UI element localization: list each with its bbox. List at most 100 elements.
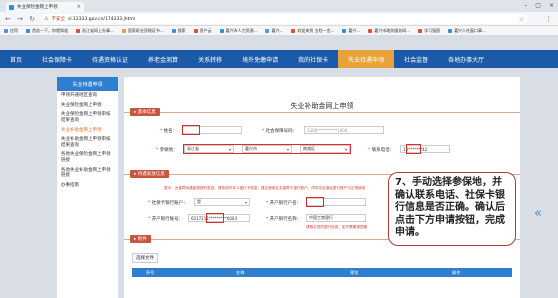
- insecure-label: 不安全: [51, 17, 65, 22]
- id-field: 3306**********1004: [304, 126, 384, 134]
- bookmark-icon: [4, 28, 8, 33]
- bookmark-icon: [76, 28, 80, 33]
- bookmark-item[interactable]: 嘉兴市政务服务网...: [368, 28, 410, 34]
- nav-item[interactable]: 社会保障卡: [32, 50, 82, 68]
- bookmark-label: 学习强国: [424, 27, 441, 33]
- forward-icon[interactable]: →: [16, 15, 24, 23]
- phone-highlight: [406, 144, 421, 154]
- bookmark-item[interactable]: 搜索: [171, 27, 186, 34]
- close-window-icon[interactable]: ×: [549, 2, 554, 9]
- browser-menu-icon[interactable]: ⋮: [545, 15, 552, 23]
- bookmark-item[interactable]: 首选一下，你就知道: [26, 28, 68, 34]
- sidebar-item[interactable]: 失业补助金网上申领: [57, 126, 118, 136]
- bank-branch-label: * 开户银行名称：: [266, 217, 302, 222]
- bookmark-item[interactable]: 嘉兴...: [342, 28, 360, 34]
- section-basic-label: 基本信息: [137, 110, 156, 115]
- maximize-icon[interactable]: ▢: [535, 2, 541, 9]
- warning-icon: ⚠: [44, 16, 49, 22]
- bookmark-icon: [291, 28, 296, 33]
- sidebar-item[interactable]: 各地失业补助金网上申领链接: [57, 166, 118, 181]
- bookmark-item[interactable]: 嘉兴市人力资源...: [219, 27, 258, 34]
- section-pay-label: 待遇发放信息: [137, 172, 165, 177]
- bookmarks-bar: 应用 首选一下，你就知道 浙江省网上办事... 国家职业资格证书... 搜索 资产云 嘉兴市…: [0, 26, 558, 36]
- sidebar-item[interactable]: 失业保险金网上申领审核结果查询: [57, 110, 118, 125]
- nav-item[interactable]: 首页: [0, 50, 32, 68]
- bookmark-label: 应用: [10, 27, 18, 33]
- bookmark-label: 资产云: [199, 27, 212, 33]
- address-bar[interactable]: ⚠ 不安全 sl.12333.gov.cn/174333.jhtml ☆: [40, 14, 528, 24]
- url-text: sl.12333.gov.cn/174333.jhtml: [67, 16, 136, 22]
- nav-item[interactable]: 关系转移: [188, 50, 232, 68]
- bookmark-icon: [26, 28, 30, 33]
- browser-toolbar: ← → ↻ ⚠ 不安全 sl.12333.gov.cn/174333.jhtml…: [0, 12, 558, 26]
- bookmark-label: 嘉兴...: [348, 27, 361, 33]
- bookmark-icon: [171, 28, 176, 33]
- bookmark-item[interactable]: 资产云: [193, 27, 212, 34]
- col-preview: 预览: [350, 270, 359, 275]
- nav-item[interactable]: 待遇资格认证: [82, 50, 138, 68]
- nav-item[interactable]: 境外免缴申请: [232, 50, 288, 68]
- bookmark-label: 嘉兴市人力资源...: [225, 27, 258, 33]
- bookmark-item[interactable]: 欢迎来到 五险一金...: [291, 28, 334, 34]
- col-name: 名称: [236, 270, 245, 275]
- browser-tab-bar: 失业保险金网上申领 × – ▢ ×: [0, 0, 558, 12]
- bookmark-item[interactable]: 嘉兴人社窗口事...: [448, 28, 486, 34]
- nav-item[interactable]: 社会监督: [394, 50, 438, 68]
- bookmark-icon: [219, 28, 224, 33]
- bookmark-icon: [265, 28, 270, 33]
- annotation-callout: 7、手动选择参保地，并确认联系电话、社保卡银行信息是否正确。确认后点击下方申请按…: [388, 172, 516, 246]
- window-controls: – ▢ ×: [524, 2, 554, 9]
- bookmark-label: 国家职业资格证书...: [127, 27, 164, 33]
- bookmark-label: 欢迎来到 五险一金...: [297, 27, 335, 33]
- bookmark-label: 首选一下，你就知道: [32, 27, 68, 33]
- bookmark-icon: [342, 28, 347, 33]
- back-icon[interactable]: ←: [4, 15, 12, 23]
- section-divider: [124, 112, 520, 113]
- bookmark-label: 搜索: [177, 27, 186, 33]
- nav-item[interactable]: 我的社保卡: [288, 50, 338, 68]
- sidebar: 失业待遇申领 申领开通地区查询 失业保险金网上申领 失业保险金网上申领审核结果查询失…: [57, 77, 119, 298]
- choose-file-button[interactable]: 选择文件: [132, 253, 158, 263]
- insured-place-highlight: [183, 144, 351, 154]
- close-tab-icon[interactable]: ×: [77, 4, 81, 10]
- sidebar-item[interactable]: 失业保险金网上申领: [57, 101, 118, 111]
- site-navigation: 首页 社会保障卡 待遇资格认证 养老金测算 关系转移 境外免缴申请 我的社保卡 失业待遇申领社…: [0, 50, 558, 68]
- nav-item[interactable]: 养老金测算: [138, 50, 188, 68]
- bookmark-label: 嘉兴人社窗口事...: [454, 27, 486, 33]
- bank-account-select[interactable]: 是 ▾: [194, 198, 250, 206]
- section-pay-tag: ▸ 待遇发放信息: [130, 170, 169, 178]
- bookmark-item[interactable]: 嘉兴...: [265, 28, 283, 34]
- insured-place-label: * 参保地：: [156, 148, 178, 153]
- bookmark-item[interactable]: 应用: [4, 28, 18, 34]
- section-attach-label: 附件: [137, 237, 147, 242]
- bookmark-star-icon[interactable]: ☆: [519, 16, 524, 23]
- bookmark-item[interactable]: 国家职业资格证书...: [121, 27, 164, 34]
- sidebar-item[interactable]: 办事指南: [57, 181, 118, 191]
- bookmark-icon: [193, 28, 198, 33]
- bookmark-label: 嘉兴...: [271, 27, 284, 33]
- page: 失业保险金网上申领 × – ▢ × ← → ↻ ⚠ 不安全 sl.12333.g…: [0, 0, 558, 298]
- browser-tab[interactable]: 失业保险金网上申领 ×: [6, 2, 84, 12]
- page-title: 失业补助金网上申领: [290, 102, 354, 110]
- name-label: * 姓名：: [160, 129, 178, 134]
- sidebar-header: 失业待遇申领: [57, 77, 118, 91]
- bookmark-icon: [418, 28, 423, 33]
- account-name-highlight: [306, 197, 324, 207]
- sidebar-item[interactable]: 申领开通地区查询: [57, 91, 118, 101]
- double-chevron-left-icon[interactable]: «: [534, 206, 542, 221]
- nav-item[interactable]: 各地办事大厅: [438, 50, 494, 68]
- bookmark-item[interactable]: 浙江省网上办事...: [76, 28, 114, 34]
- sidebar-item[interactable]: 各地失业保险金网上申领链接: [57, 150, 118, 165]
- bookmark-item[interactable]: 学习强国: [418, 28, 440, 34]
- bookmark-icon: [121, 28, 126, 33]
- account-name-label: * 开户银行户名：: [266, 201, 302, 206]
- chevron-down-icon: ▾: [244, 199, 247, 205]
- reload-icon[interactable]: ↻: [28, 15, 36, 23]
- bank-note: 请核实您的银行信息，如不需要请忽略: [306, 225, 368, 229]
- sidebar-item[interactable]: 失业补助金网上申领审核结果查询: [57, 135, 118, 150]
- id-label: * 社会保障号码：: [262, 129, 298, 134]
- col-action: 操作: [452, 270, 461, 275]
- minimize-icon[interactable]: –: [524, 2, 527, 9]
- nav-item[interactable]: 失业待遇申领: [338, 50, 395, 68]
- attachment-table-header: 序号 名称 预览 操作: [132, 268, 512, 277]
